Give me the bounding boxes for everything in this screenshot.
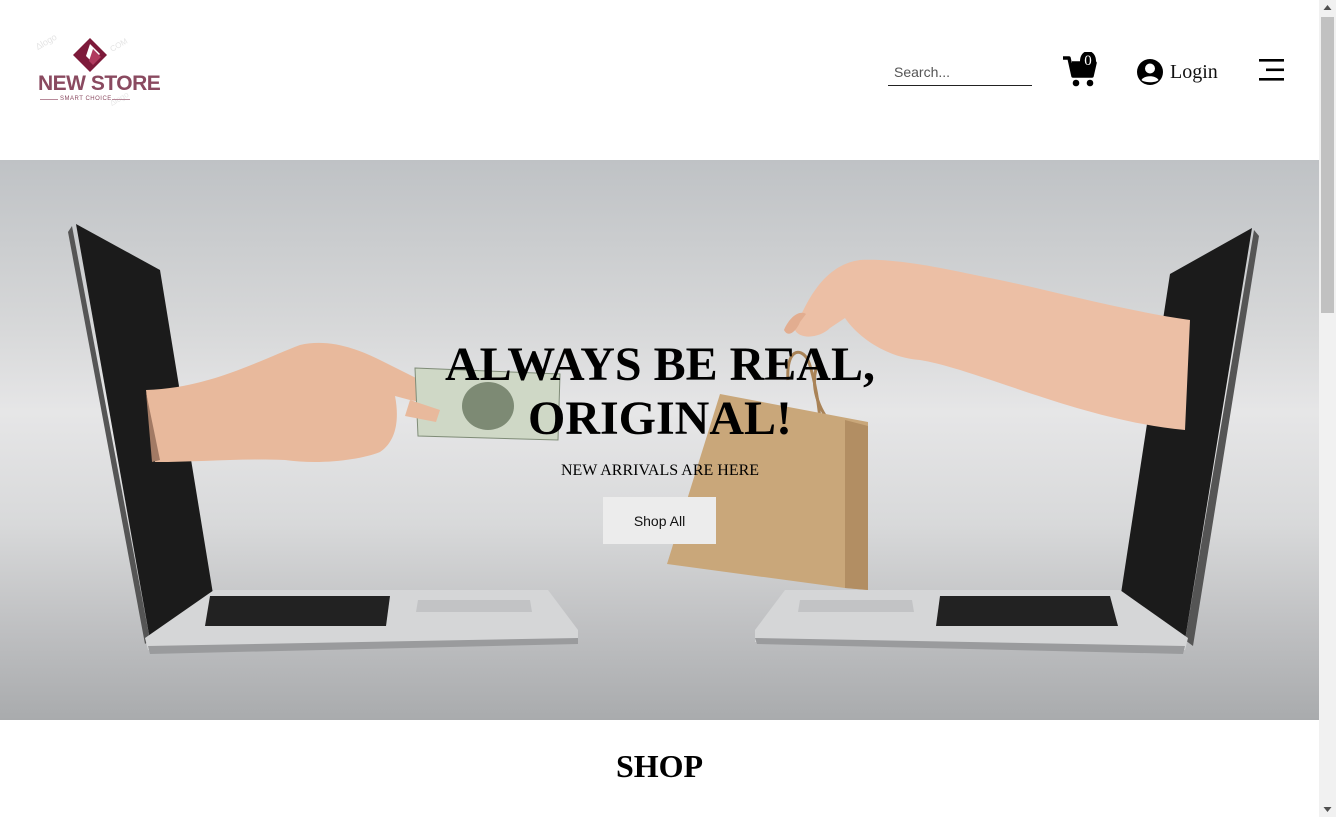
page: ∆logo COM ∆logo NEW STORE SMART CHOICE S… bbox=[0, 0, 1319, 817]
logo-tagline: SMART CHOICE bbox=[60, 96, 112, 102]
logo-divider-left bbox=[40, 99, 58, 100]
store-logo[interactable]: ∆logo COM ∆logo NEW STORE SMART CHOICE bbox=[30, 30, 161, 114]
hamburger-menu-button[interactable] bbox=[1256, 56, 1286, 84]
svg-text:∆logo: ∆logo bbox=[34, 32, 59, 52]
user-circle-icon bbox=[1137, 59, 1163, 85]
scroll-up-arrow-icon[interactable] bbox=[1319, 0, 1336, 17]
cart-count-badge: 0 bbox=[1084, 53, 1092, 69]
hero-banner: ALWAYS BE REAL, ORIGINAL! NEW ARRIVALS A… bbox=[0, 160, 1319, 720]
hero-subtitle: NEW ARRIVALS ARE HERE bbox=[560, 462, 760, 479]
hero-title: ALWAYS BE REAL, ORIGINAL! bbox=[445, 338, 875, 445]
scroll-down-arrow-icon[interactable] bbox=[1319, 800, 1336, 817]
login-label: Login bbox=[1170, 60, 1218, 83]
login-button[interactable]: Login bbox=[1136, 56, 1218, 88]
shop-all-button[interactable]: Shop All bbox=[603, 497, 716, 544]
svg-text:COM: COM bbox=[109, 36, 130, 53]
vertical-scrollbar[interactable] bbox=[1319, 0, 1336, 817]
search-input[interactable] bbox=[888, 58, 1032, 86]
logo-divider-right bbox=[112, 99, 130, 100]
hamburger-menu-icon bbox=[1259, 59, 1284, 81]
shop-section-heading: SHOP bbox=[615, 748, 704, 784]
site-header: ∆logo COM ∆logo NEW STORE SMART CHOICE S… bbox=[0, 0, 1319, 160]
scrollbar-thumb[interactable] bbox=[1321, 17, 1334, 313]
logo-name: NEW STORE bbox=[38, 72, 161, 95]
